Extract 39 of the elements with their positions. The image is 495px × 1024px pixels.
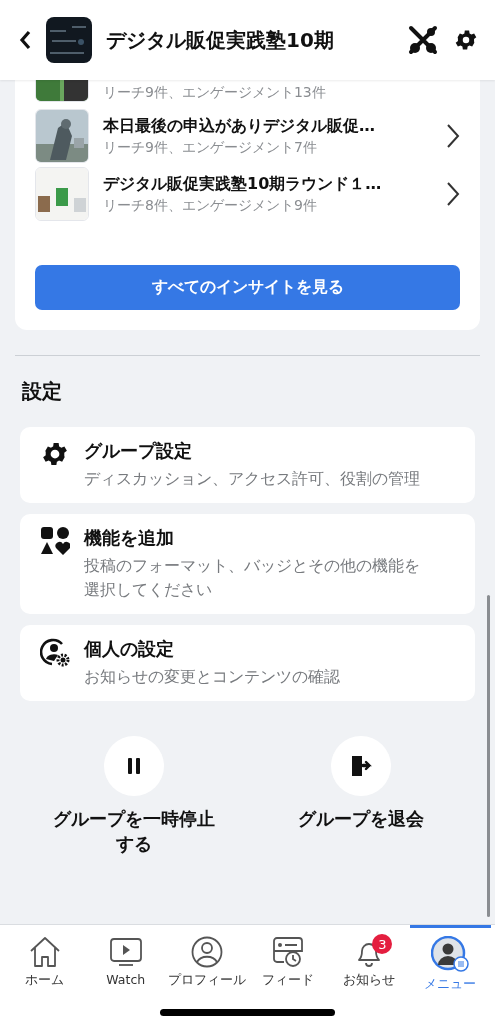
nav-tab[interactable]: Watch (85, 925, 167, 993)
chevron-button[interactable] (446, 181, 460, 207)
settings-item-title: グループ設定 (84, 439, 193, 463)
feed-icon (272, 936, 305, 968)
settings-button[interactable] (453, 27, 479, 53)
action-label: グループを退会 (297, 807, 426, 831)
post-title: 本日最後の申込がありデジタル販促… (103, 115, 376, 137)
settings-item-description: ディスカッション、アクセス許可、役割の管理 (84, 468, 421, 490)
post-stats: リーチ8件、エンゲージメント9件 (103, 196, 318, 215)
chevron-button[interactable] (446, 123, 460, 149)
nav-tab[interactable]: メニュー (409, 925, 492, 993)
notification-badge: 3 (372, 934, 393, 954)
shapes-icon (40, 526, 70, 556)
settings-item[interactable]: 個人の設定 お知らせの変更とコンテンツの確認 (20, 625, 475, 701)
pause-icon (126, 758, 141, 774)
back-button[interactable] (18, 29, 32, 51)
avatar-icon (431, 936, 470, 972)
profile-icon (190, 936, 223, 968)
nav-tab[interactable]: フィード (247, 925, 329, 993)
section-heading: 設定 (22, 378, 63, 405)
nav-tab[interactable]: プロフィール (166, 925, 248, 993)
post-title: デジタル販促実践塾10期ラウンド１… (103, 173, 383, 195)
admin-tools-button[interactable] (407, 24, 439, 56)
group-title: デジタル販促実践塾10期 (106, 26, 335, 54)
settings-item[interactable]: 機能を追加 投稿のフォーマット、バッジとその他の機能を選択してください (20, 514, 475, 614)
post-stats: リーチ9件、エンゲージメント13件 (103, 84, 327, 102)
settings-item-title: 機能を追加 (84, 526, 175, 550)
nav-tab[interactable]: 3 お知らせ (328, 925, 410, 993)
post-stats: リーチ9件、エンゲージメント7件 (103, 138, 318, 157)
person-settings-icon (40, 637, 70, 667)
video-icon (108, 936, 143, 968)
settings-item-description: 投稿のフォーマット、バッジとその他の機能を選択してください (84, 555, 421, 601)
see-all-insights-button[interactable]: すべてのインサイトを見る (35, 265, 460, 310)
settings-item-description: お知らせの変更とコンテンツの確認 (84, 666, 341, 688)
nav-tab[interactable]: ホーム (4, 925, 86, 993)
settings-item-title: 個人の設定 (84, 637, 175, 661)
settings-item[interactable]: グループ設定 ディスカッション、アクセス許可、役割の管理 (20, 427, 475, 503)
exit-icon (349, 754, 374, 778)
action-label: グループを一時停止する (51, 807, 216, 857)
